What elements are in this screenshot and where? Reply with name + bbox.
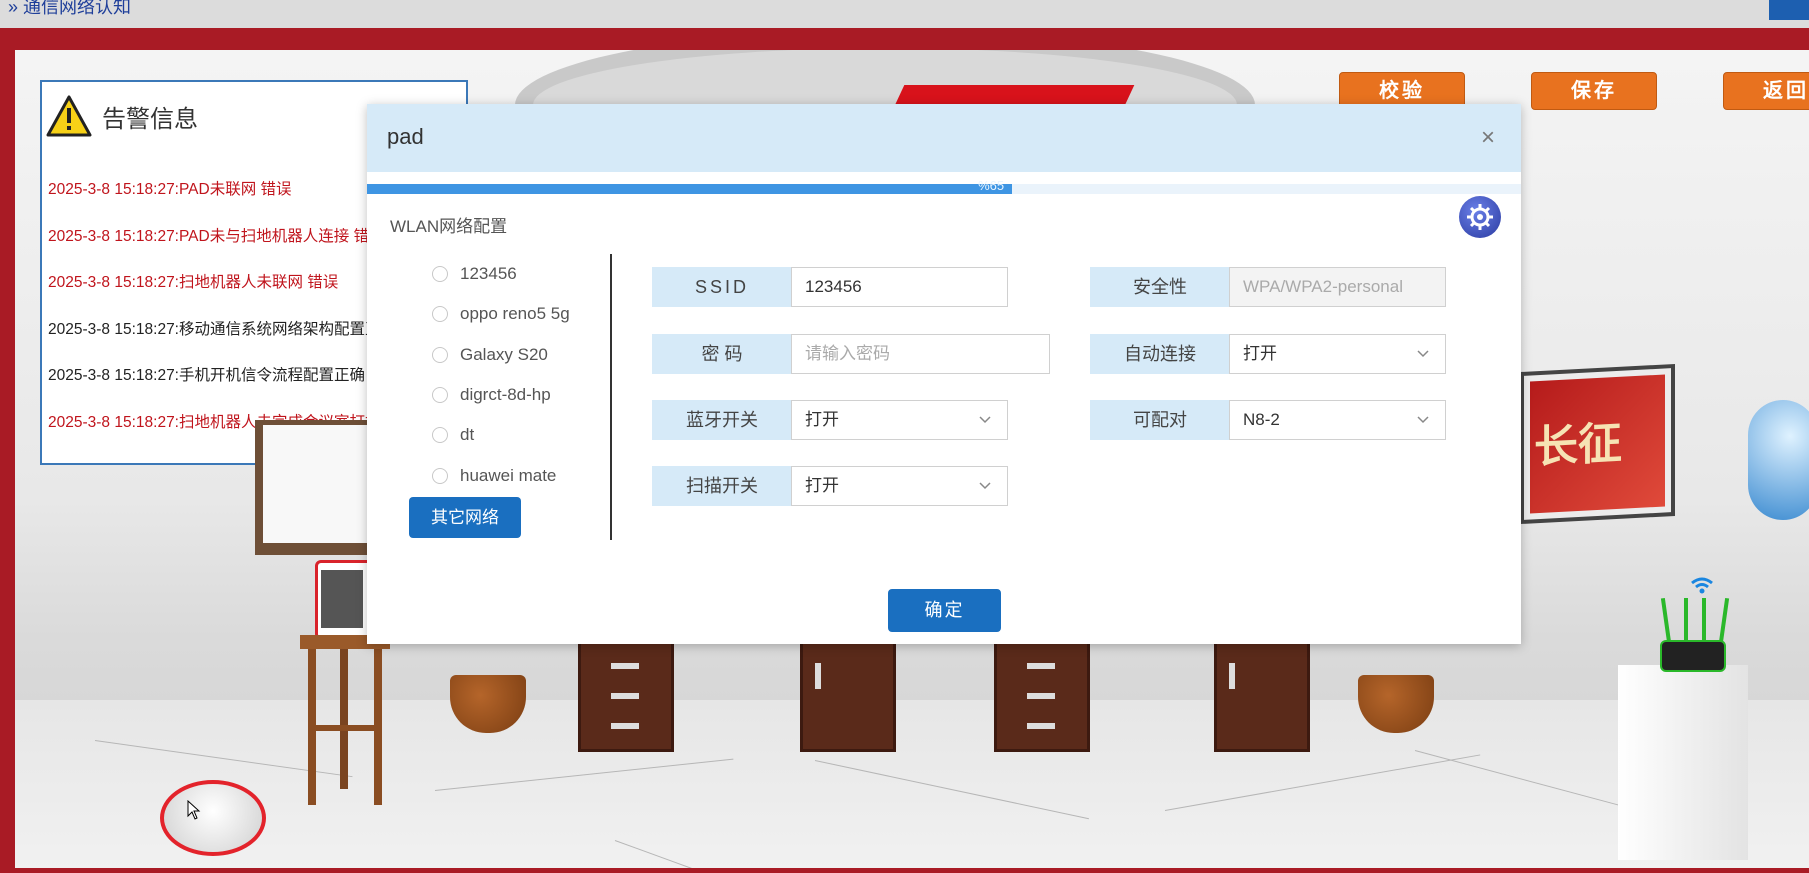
security-label: 安全性 (1090, 267, 1230, 307)
radio-icon[interactable] (432, 467, 448, 484)
wifi-network-list: 123456 oppo reno5 5g Galaxy S20 digrct-8d-h… (432, 254, 582, 496)
chevron-down-icon (979, 482, 991, 490)
window-glass (263, 425, 377, 543)
auto-connect-value: 打开 (1243, 344, 1277, 363)
robot-vacuum[interactable] (160, 780, 266, 856)
progress-bar: %65 (367, 178, 1521, 194)
warning-icon (46, 95, 92, 137)
scan-select[interactable]: 打开 (791, 466, 1008, 506)
wifi-network-item[interactable]: digrct-8d-hp (432, 375, 582, 415)
divider (610, 254, 612, 540)
progress-label: %65 (978, 178, 1005, 193)
radio-icon[interactable] (432, 427, 448, 444)
dialog-title: pad (387, 124, 424, 149)
mouse-cursor-icon (187, 800, 201, 820)
wifi-network-item[interactable]: Galaxy S20 (432, 335, 582, 375)
wifi-network-item[interactable]: huawei mate (432, 455, 582, 495)
pairable-select[interactable]: N8-2 (1229, 400, 1446, 440)
radio-icon[interactable] (432, 266, 448, 283)
bluetooth-select[interactable]: 打开 (791, 400, 1008, 440)
alert-title: 告警信息 (102, 105, 198, 133)
radio-icon[interactable] (432, 306, 448, 323)
pairable-value: N8-2 (1243, 410, 1280, 429)
bluetooth-label: 蓝牙开关 (652, 400, 792, 440)
wifi-icon (1691, 577, 1713, 594)
wifi-router[interactable] (1660, 640, 1726, 672)
radio-icon[interactable] (432, 387, 448, 404)
alert-header: 告警信息 (46, 94, 198, 138)
router-antenna (1702, 598, 1706, 643)
scan-label: 扫描开关 (652, 466, 792, 506)
wifi-network-item[interactable]: dt (432, 415, 582, 455)
ssid-field[interactable]: 123456 (791, 267, 1008, 307)
robot-mascot (1748, 400, 1809, 520)
router-antenna (1684, 598, 1688, 643)
close-icon[interactable]: × (1481, 126, 1495, 150)
wifi-network-name: dt (460, 425, 475, 445)
cabinet (994, 640, 1090, 752)
wifi-network-name: digrct-8d-hp (460, 385, 551, 405)
top-bar: » 通信网络认知 (0, 0, 1809, 28)
wifi-network-name: oppo reno5 5g (460, 304, 570, 324)
page-breadcrumb: » 通信网络认知 (8, 0, 132, 17)
cabinet (578, 640, 674, 752)
stool (300, 635, 390, 805)
chevron-down-icon (1417, 416, 1429, 424)
save-button[interactable]: 保存 (1531, 72, 1657, 110)
security-field: WPA/WPA2-personal (1229, 267, 1446, 307)
auto-connect-label: 自动连接 (1090, 334, 1230, 374)
wifi-network-name: huawei mate (460, 465, 557, 485)
wifi-network-name: Galaxy S20 (460, 344, 548, 364)
router-stand (1618, 665, 1748, 860)
pairable-label: 可配对 (1090, 400, 1230, 440)
back-button[interactable]: 返回 (1723, 72, 1809, 110)
dialog-header: pad × (367, 104, 1521, 172)
confirm-button[interactable]: 确定 (888, 589, 1001, 632)
pad-config-dialog: pad × %65 WLAN网络配置 123456 oppo reno5 5g Ga… (367, 104, 1521, 644)
marble-floor (15, 700, 1809, 868)
password-field[interactable]: 请输入密码 (791, 334, 1050, 374)
scan-value: 打开 (805, 476, 839, 495)
wall-screen: 长征 (1520, 363, 1675, 525)
cabinet (1214, 640, 1310, 752)
bluetooth-value: 打开 (805, 410, 839, 429)
cabinet (800, 640, 896, 752)
pad-screen (321, 570, 363, 628)
radio-icon[interactable] (432, 346, 448, 363)
gear-glyph (1467, 204, 1493, 230)
chevron-down-icon (979, 416, 991, 424)
wall-screen-text: 长征 (1530, 374, 1665, 514)
ssid-label: SSID (652, 267, 792, 307)
password-label: 密 码 (652, 334, 792, 374)
chevron-down-icon (1417, 350, 1429, 358)
progress-fill (367, 184, 1013, 194)
auto-connect-select[interactable]: 打开 (1229, 334, 1446, 374)
other-networks-button[interactable]: 其它网络 (409, 497, 521, 538)
wifi-network-item[interactable]: 123456 (432, 254, 582, 294)
top-right-button[interactable] (1769, 0, 1809, 20)
section-title: WLAN网络配置 (390, 217, 508, 236)
gear-icon[interactable] (1459, 196, 1501, 238)
wifi-network-name: 123456 (460, 264, 517, 284)
wifi-network-item[interactable]: oppo reno5 5g (432, 294, 582, 334)
